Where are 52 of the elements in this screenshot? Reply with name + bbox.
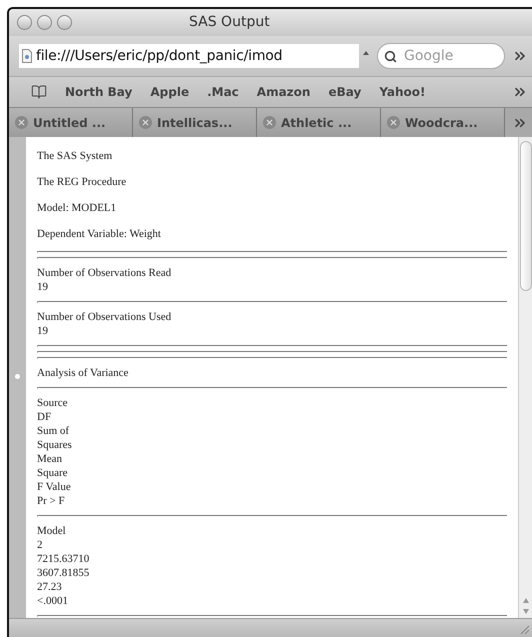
window-control-button[interactable] bbox=[17, 15, 32, 30]
bookmark-link[interactable]: North Bay bbox=[65, 83, 132, 101]
table-cell: Number of Observations Read bbox=[37, 266, 172, 280]
scrollbar[interactable] bbox=[518, 137, 532, 618]
close-icon[interactable] bbox=[387, 116, 400, 129]
table-cell: F Value bbox=[37, 480, 71, 494]
search-field[interactable]: Google bbox=[377, 43, 505, 69]
table-cell: 3607.81855 bbox=[37, 566, 90, 580]
window-control-button[interactable] bbox=[37, 15, 52, 30]
table-cell: Sum of bbox=[37, 424, 70, 438]
table-cell: <.0001 bbox=[37, 594, 68, 608]
bookmarks-book-icon[interactable] bbox=[31, 84, 47, 100]
tab[interactable]: Athletic ... bbox=[257, 108, 381, 137]
resize-grip-icon[interactable] bbox=[518, 623, 530, 635]
window-title: SAS Output bbox=[189, 13, 270, 32]
table-cell: Model bbox=[37, 524, 66, 538]
table-cell: DF bbox=[37, 410, 52, 424]
scroll-up-icon[interactable] bbox=[522, 598, 528, 603]
close-icon[interactable] bbox=[15, 116, 28, 129]
report-text: Model: MODEL1 bbox=[37, 202, 116, 214]
tab[interactable]: Intellicas... bbox=[133, 108, 257, 137]
close-icon[interactable] bbox=[263, 116, 276, 129]
tab[interactable]: Woodcra... bbox=[381, 108, 505, 137]
bookmark-link[interactable]: .Mac bbox=[207, 83, 239, 101]
scroll-thumb[interactable] bbox=[520, 141, 532, 291]
table-cell: 19 bbox=[37, 324, 48, 338]
bookmark-link[interactable]: Amazon bbox=[256, 83, 310, 101]
tab[interactable]: Untitled ... bbox=[9, 108, 133, 137]
report-text: The SAS System bbox=[37, 150, 112, 162]
window-control-button[interactable] bbox=[57, 15, 72, 30]
close-icon[interactable] bbox=[139, 116, 152, 129]
table-cell: 7215.63710 bbox=[37, 552, 90, 566]
table-cell: 27.23 bbox=[37, 580, 62, 594]
table-cell: Squares bbox=[37, 438, 72, 452]
table-cell: Pr > F bbox=[37, 494, 65, 508]
table-cell: 19 bbox=[37, 280, 48, 294]
table-cell: 2 bbox=[37, 538, 42, 552]
dropdown-caret-icon[interactable] bbox=[363, 51, 369, 55]
table-cell: Number of Observations Used bbox=[37, 310, 172, 324]
table-cell: Analysis of Variance bbox=[37, 366, 128, 380]
report-text: Dependent Variable: Weight bbox=[37, 228, 161, 240]
address-field[interactable]: file:///Users/eric/pp/dont_panic/imod bbox=[19, 44, 359, 68]
search-icon bbox=[384, 50, 397, 62]
table-cell: Square bbox=[37, 466, 68, 480]
bookmark-link[interactable]: Yahoo! bbox=[379, 83, 426, 101]
bookmark-link[interactable]: eBay bbox=[328, 83, 362, 101]
table-cell: Mean bbox=[37, 452, 62, 466]
bookmark-link[interactable]: Apple bbox=[150, 83, 190, 101]
report-text: The REG Procedure bbox=[37, 176, 126, 188]
table-cell: Source bbox=[37, 396, 68, 410]
gutter-marker-icon bbox=[15, 374, 20, 379]
document-icon bbox=[22, 49, 32, 63]
